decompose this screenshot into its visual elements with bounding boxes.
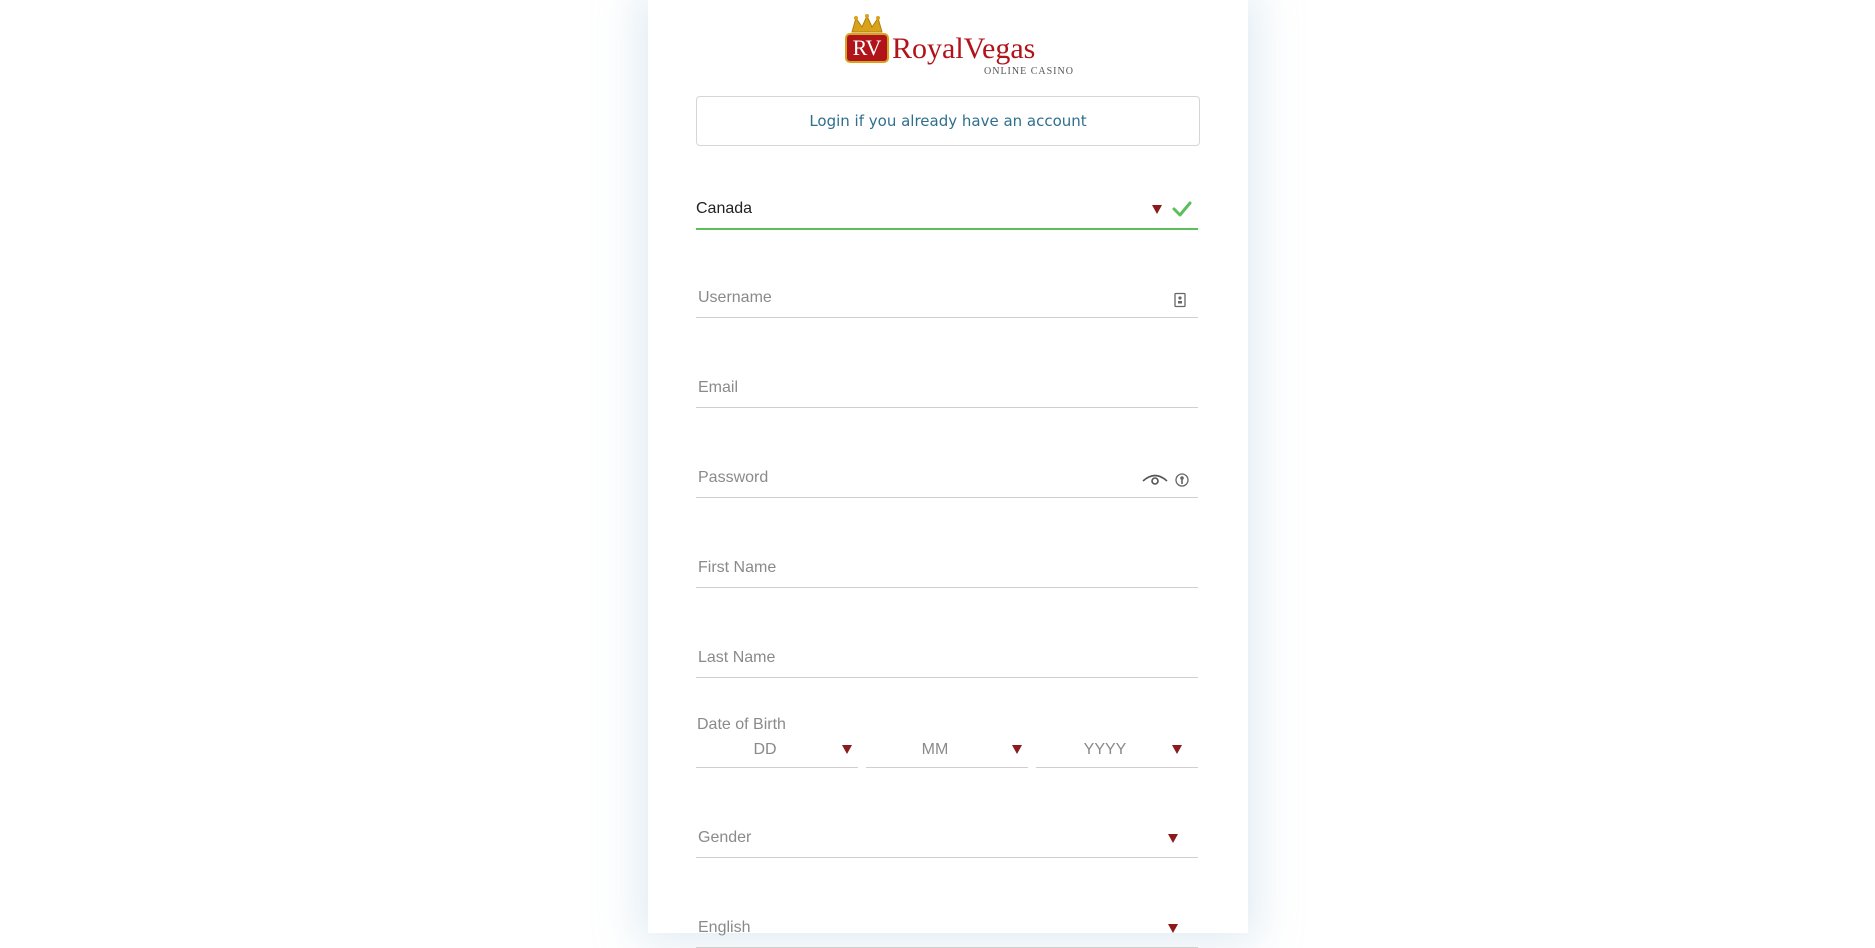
language-select[interactable]: English bbox=[696, 908, 1198, 948]
first-name-input[interactable]: First Name bbox=[696, 548, 1198, 588]
key-icon bbox=[1175, 473, 1189, 487]
caret-down-icon bbox=[1152, 205, 1162, 214]
dob-year-placeholder: YYYY bbox=[1083, 741, 1127, 758]
dob-day-select[interactable]: DD bbox=[696, 734, 858, 768]
first-name-placeholder: First Name bbox=[698, 559, 777, 576]
last-name-placeholder: Last Name bbox=[698, 649, 776, 666]
username-input[interactable]: Username bbox=[696, 278, 1198, 318]
svg-text:RV: RV bbox=[853, 35, 882, 60]
caret-down-icon bbox=[842, 745, 852, 754]
caret-down-icon bbox=[1012, 745, 1022, 754]
registration-card: RV RoyalVegas ONLINE CASINO Login if you… bbox=[648, 0, 1248, 948]
caret-down-icon bbox=[1168, 834, 1178, 843]
gender-select[interactable]: Gender bbox=[696, 818, 1198, 858]
crown-icon bbox=[851, 14, 883, 33]
email-input[interactable]: Email bbox=[696, 368, 1198, 408]
country-value: Canada bbox=[696, 200, 753, 217]
email-placeholder: Email bbox=[698, 379, 739, 396]
country-select[interactable]: Canada bbox=[696, 190, 1198, 230]
gender-placeholder: Gender bbox=[698, 829, 752, 846]
checkmark-icon bbox=[1172, 201, 1192, 217]
dob-day-placeholder: DD bbox=[753, 741, 777, 758]
login-link-button[interactable]: Login if you already have an account bbox=[696, 96, 1200, 146]
dob-year-select[interactable]: YYYY bbox=[1036, 734, 1198, 768]
royal-vegas-logo: RV RoyalVegas ONLINE CASINO bbox=[834, 14, 1074, 78]
language-value: English bbox=[698, 919, 751, 936]
password-input[interactable]: Password bbox=[696, 458, 1198, 498]
eye-icon[interactable] bbox=[1142, 472, 1168, 488]
username-placeholder: Username bbox=[698, 289, 772, 306]
dob-label: Date of Birth bbox=[697, 716, 786, 733]
svg-text:RoyalVegas: RoyalVegas bbox=[892, 32, 1035, 65]
password-placeholder: Password bbox=[698, 469, 769, 486]
dob-month-select[interactable]: MM bbox=[866, 734, 1028, 768]
caret-down-icon bbox=[1168, 924, 1178, 933]
id-card-icon bbox=[1174, 292, 1186, 308]
last-name-input[interactable]: Last Name bbox=[696, 638, 1198, 678]
svg-text:ONLINE CASINO: ONLINE CASINO bbox=[984, 66, 1074, 77]
caret-down-icon bbox=[1172, 745, 1182, 754]
login-link-label: Login if you already have an account bbox=[809, 112, 1087, 130]
dob-month-placeholder: MM bbox=[921, 741, 949, 758]
